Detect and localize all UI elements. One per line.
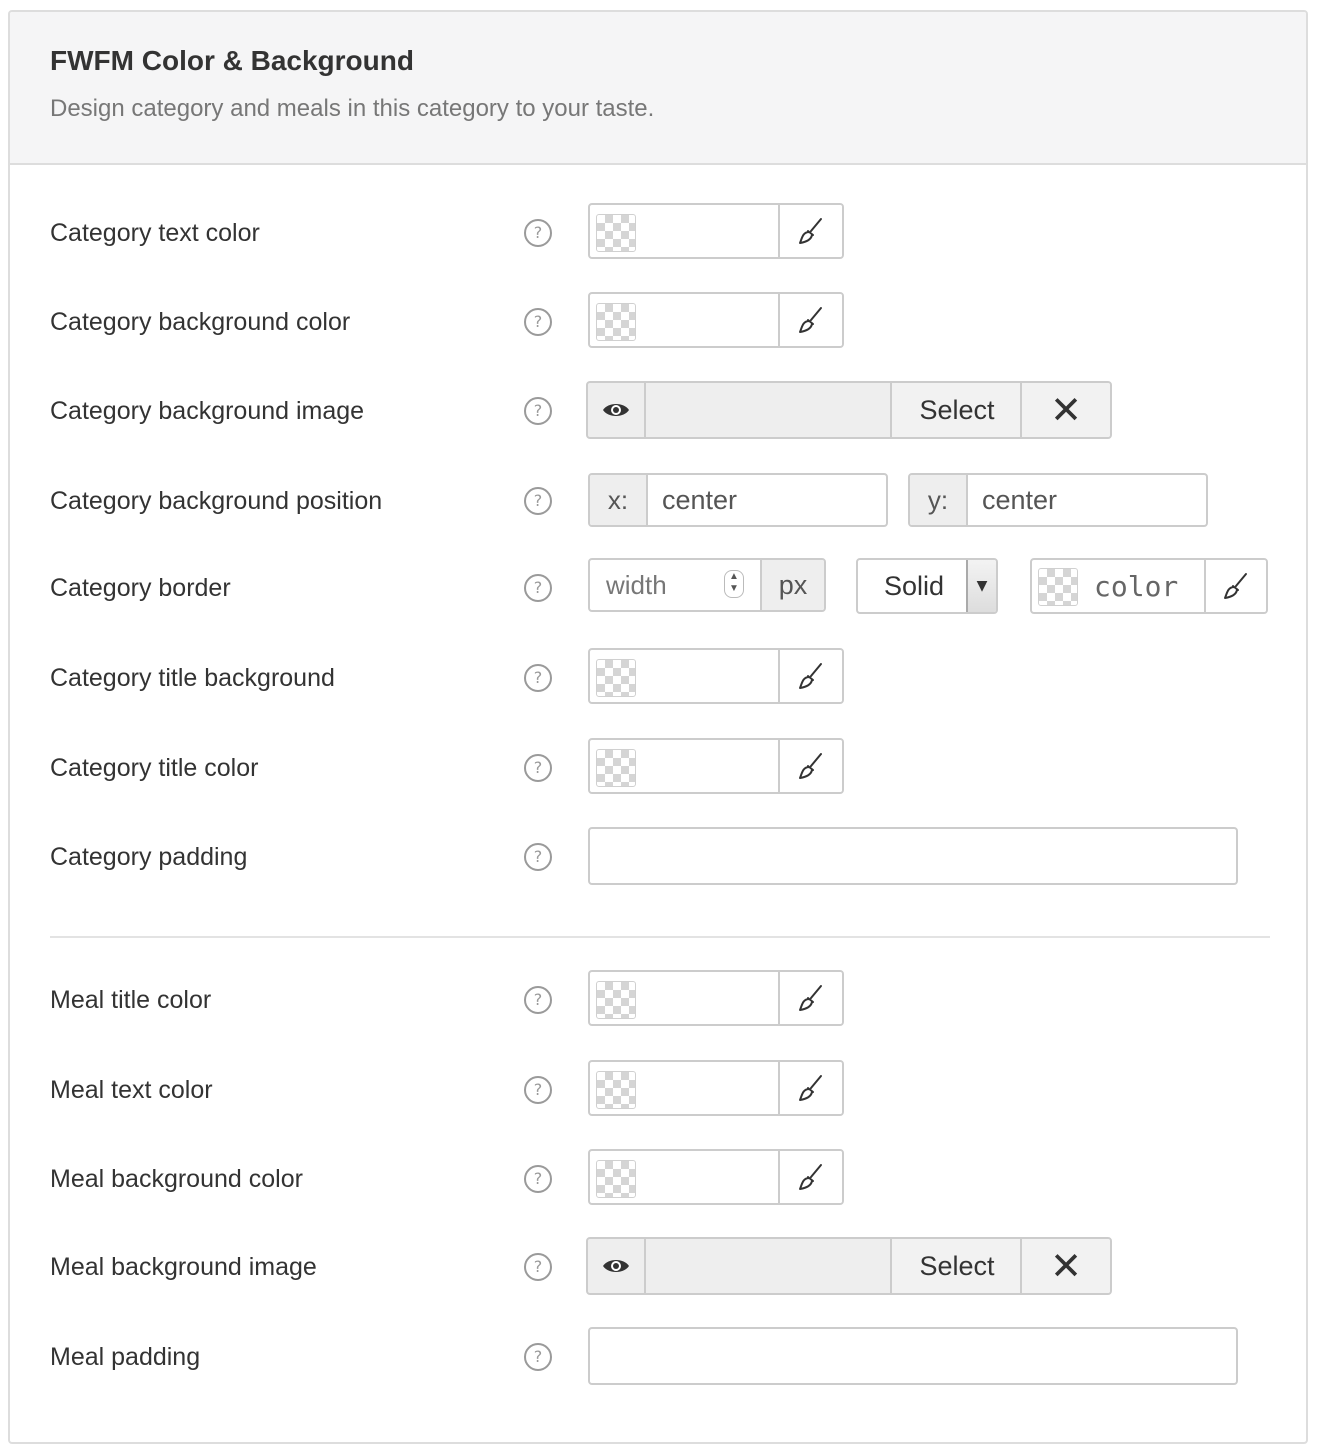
- brush-icon[interactable]: [778, 1062, 842, 1114]
- row-category-title-color: Category title color ?: [10, 738, 1306, 798]
- field-label: Category padding: [50, 843, 248, 871]
- help-icon[interactable]: ?: [524, 664, 552, 692]
- category-padding-input[interactable]: [588, 827, 1238, 885]
- brush-icon[interactable]: [778, 1151, 842, 1203]
- brush-icon[interactable]: [778, 740, 842, 792]
- brush-icon[interactable]: [778, 650, 842, 702]
- row-meal-background-color: Meal background color ?: [10, 1149, 1306, 1209]
- field-label: Category title color: [50, 754, 259, 782]
- image-media-field: Select ✕: [586, 381, 1112, 439]
- field-label: Meal text color: [50, 1076, 213, 1104]
- help-icon[interactable]: ?: [524, 308, 552, 336]
- field-label: Category text color: [50, 219, 260, 247]
- brush-icon[interactable]: [778, 972, 842, 1024]
- spinner-icon[interactable]: ▲ ▼: [724, 570, 744, 598]
- help-icon[interactable]: ?: [524, 986, 552, 1014]
- field-label: Meal title color: [50, 986, 212, 1014]
- brush-icon[interactable]: [778, 294, 842, 346]
- field-label: Meal background image: [50, 1253, 317, 1281]
- color-swatch[interactable]: [596, 1160, 636, 1198]
- meal-padding-input[interactable]: [588, 1327, 1238, 1385]
- brush-icon[interactable]: [778, 205, 842, 257]
- color-picker-field[interactable]: [588, 292, 844, 348]
- color-swatch[interactable]: [596, 214, 636, 252]
- border-style-value: Solid: [884, 571, 945, 601]
- help-icon[interactable]: ?: [524, 1076, 552, 1104]
- help-icon[interactable]: ?: [524, 754, 552, 782]
- row-meal-text-color: Meal text color ?: [10, 1060, 1306, 1120]
- image-path-input: [646, 1239, 890, 1293]
- color-swatch[interactable]: [1038, 568, 1078, 606]
- border-style-select[interactable]: Solid ▼: [856, 558, 998, 614]
- border-color-field[interactable]: color: [1030, 558, 1268, 614]
- field-label: Meal padding: [50, 1343, 201, 1371]
- field-label: Category title background: [50, 664, 335, 692]
- help-icon[interactable]: ?: [524, 1343, 552, 1371]
- row-category-title-background: Category title background ?: [10, 648, 1306, 708]
- help-icon[interactable]: ?: [524, 843, 552, 871]
- section-divider: [50, 936, 1270, 938]
- row-meal-title-color: Meal title color ?: [10, 970, 1306, 1030]
- image-media-field: Select ✕: [586, 1237, 1112, 1295]
- help-icon[interactable]: ?: [524, 1253, 552, 1281]
- color-picker-field[interactable]: [588, 203, 844, 259]
- field-label: Category background image: [50, 397, 365, 425]
- color-swatch[interactable]: [596, 303, 636, 341]
- close-icon[interactable]: ✕: [1020, 383, 1110, 437]
- chevron-down-icon[interactable]: ▼: [966, 560, 996, 612]
- color-background-panel: FWFM Color & Background Design category …: [8, 10, 1308, 1444]
- row-category-background-color: Category background color ?: [10, 292, 1306, 352]
- row-meal-background-image: Meal background image ? Select ✕: [10, 1237, 1306, 1297]
- color-swatch[interactable]: [596, 659, 636, 697]
- position-y-input[interactable]: y: center: [908, 473, 1208, 527]
- image-path-input: [646, 383, 890, 437]
- field-label: Meal background color: [50, 1165, 303, 1193]
- eye-icon[interactable]: [588, 383, 646, 437]
- row-category-text-color: Category text color ?: [10, 203, 1306, 263]
- help-icon[interactable]: ?: [524, 1165, 552, 1193]
- y-value[interactable]: center: [982, 475, 1057, 525]
- close-icon[interactable]: ✕: [1020, 1239, 1110, 1293]
- brush-icon[interactable]: [1204, 560, 1266, 612]
- panel-description: Design category and meals in this catego…: [50, 95, 655, 122]
- unit-addon: px: [760, 560, 824, 610]
- color-swatch[interactable]: [596, 981, 636, 1019]
- row-category-background-image: Category background image ? Select ✕: [10, 381, 1306, 441]
- position-x-input[interactable]: x: center: [588, 473, 888, 527]
- field-label: Category border: [50, 574, 231, 602]
- help-icon[interactable]: ?: [524, 397, 552, 425]
- border-color-placeholder: color: [1094, 570, 1179, 603]
- field-label: Category background color: [50, 308, 351, 336]
- border-width-placeholder: width: [606, 570, 667, 600]
- y-addon: y:: [910, 475, 968, 525]
- color-picker-field[interactable]: [588, 738, 844, 794]
- help-icon[interactable]: ?: [524, 487, 552, 515]
- row-meal-padding: Meal padding ?: [10, 1327, 1306, 1387]
- x-addon: x:: [590, 475, 648, 525]
- row-category-padding: Category padding ?: [10, 827, 1306, 887]
- color-swatch[interactable]: [596, 749, 636, 787]
- border-width-input[interactable]: width ▲ ▼ px: [588, 558, 826, 612]
- row-category-background-position: Category background position ? x: center…: [10, 471, 1306, 531]
- panel-title: FWFM Color & Background: [50, 45, 414, 76]
- eye-icon[interactable]: [588, 1239, 646, 1293]
- color-swatch[interactable]: [596, 1071, 636, 1109]
- field-label: Category background position: [50, 487, 383, 515]
- panel-header: FWFM Color & Background Design category …: [10, 12, 1306, 165]
- help-icon[interactable]: ?: [524, 219, 552, 247]
- color-picker-field[interactable]: [588, 1060, 844, 1116]
- color-picker-field[interactable]: [588, 1149, 844, 1205]
- select-image-button[interactable]: Select: [890, 1239, 1022, 1293]
- color-picker-field[interactable]: [588, 970, 844, 1026]
- row-category-border: Category border ? width ▲ ▼ px Solid ▼ co…: [10, 558, 1306, 618]
- help-icon[interactable]: ?: [524, 574, 552, 602]
- x-value[interactable]: center: [662, 475, 737, 525]
- select-image-button[interactable]: Select: [890, 383, 1022, 437]
- color-picker-field[interactable]: [588, 648, 844, 704]
